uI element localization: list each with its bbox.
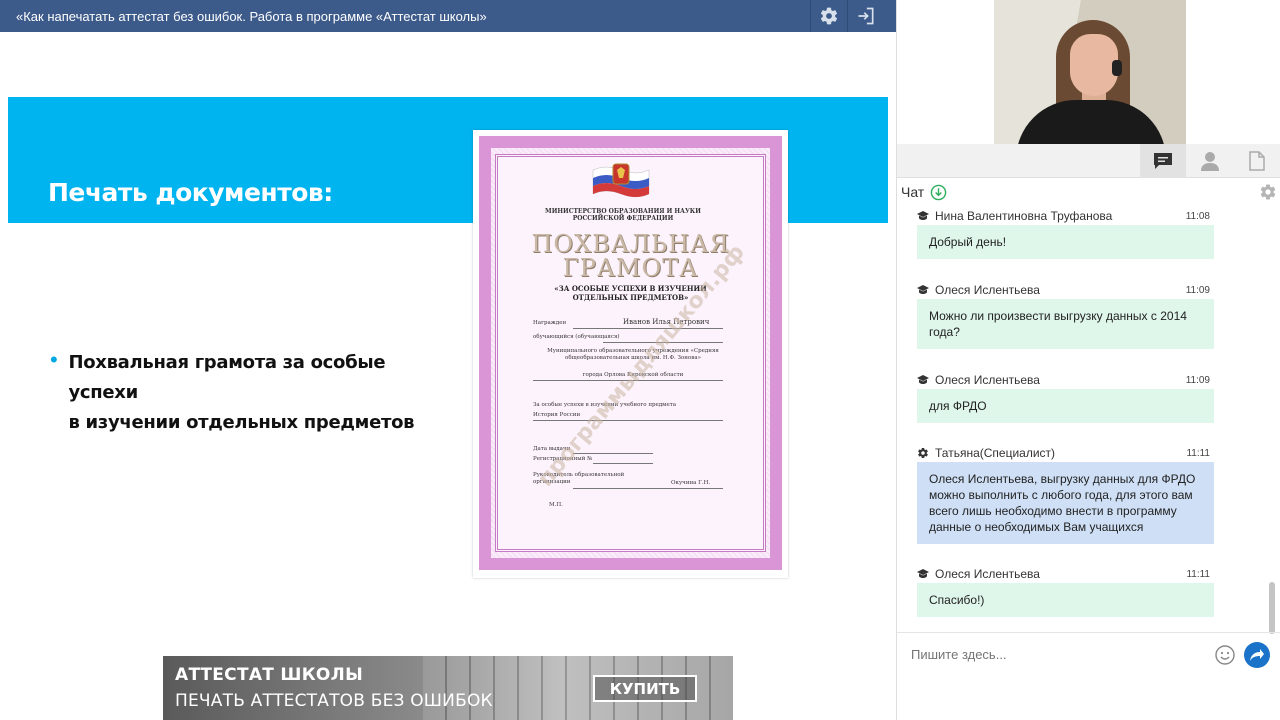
chat-icon bbox=[1154, 153, 1172, 169]
gear-icon bbox=[820, 7, 838, 25]
tab-participants[interactable] bbox=[1187, 144, 1233, 178]
message-text: Олеся Ислентьева, выгрузку данных для ФР… bbox=[917, 462, 1214, 544]
bullet-dot: • bbox=[50, 347, 58, 372]
send-icon bbox=[1250, 649, 1264, 661]
certificate-stamp-mark: М.П. bbox=[549, 502, 563, 508]
send-button[interactable] bbox=[1244, 642, 1270, 668]
message-author: Нина Валентиновна Труфанова bbox=[935, 209, 1113, 223]
chat-message: Олеся Ислентьева 11:09 Можно ли произвес… bbox=[917, 281, 1214, 349]
graduation-cap-icon bbox=[917, 375, 929, 384]
chat-message-specialist: Татьяна(Специалист) 11:11 Олеся Ислентье… bbox=[917, 444, 1214, 544]
ad-title: АТТЕСТАТ ШКОЛЫ bbox=[175, 665, 363, 685]
message-time: 11:08 bbox=[1185, 210, 1210, 222]
slide-bullet: • Похвальная грамота за особые успехи в … bbox=[50, 348, 430, 438]
message-text: Можно ли произвести выгрузку данных с 20… bbox=[917, 299, 1214, 349]
certificate-awarded-label: Награжден bbox=[533, 320, 567, 326]
headset bbox=[1112, 60, 1122, 76]
side-tabs bbox=[897, 144, 1280, 178]
settings-button[interactable] bbox=[811, 0, 847, 32]
slide-heading: Печать документов: bbox=[48, 178, 333, 207]
russian-flag-emblem-icon bbox=[592, 163, 650, 198]
chat-message: Нина Валентиновна Труфанова 11:08 Добрый… bbox=[917, 207, 1214, 259]
message-author: Татьяна(Специалист) bbox=[935, 446, 1056, 460]
user-icon bbox=[1201, 152, 1219, 171]
ad-banner[interactable]: АТТЕСТАТ ШКОЛЫ ПЕЧАТЬ АТТЕСТАТОВ БЕЗ ОШИ… bbox=[163, 656, 733, 720]
message-time: 11:09 bbox=[1185, 284, 1210, 296]
chat-label: Чат bbox=[901, 184, 925, 200]
bullet-text-line1: Похвальная грамота за особые успехи bbox=[68, 352, 386, 403]
message-author: Олеся Ислентьева bbox=[935, 567, 1040, 581]
message-author: Олеся Ислентьева bbox=[935, 373, 1040, 387]
ad-subtitle: ПЕЧАТЬ АТТЕСТАТОВ БЕЗ ОШИБОК bbox=[175, 691, 493, 711]
tab-files[interactable] bbox=[1234, 144, 1280, 178]
gear-icon bbox=[918, 448, 928, 459]
certificate-student-label: обучающийся (обучающаяся) bbox=[533, 334, 620, 340]
document-icon bbox=[1249, 151, 1265, 171]
message-text: Добрый день! bbox=[917, 225, 1214, 259]
message-time: 11:09 bbox=[1185, 374, 1210, 386]
presenter-video bbox=[994, 0, 1186, 144]
exit-icon bbox=[858, 7, 874, 25]
chat-input[interactable] bbox=[911, 647, 1201, 662]
buy-button[interactable]: КУПИТЬ bbox=[593, 675, 697, 702]
certificate-subject: История России bbox=[533, 412, 581, 418]
message-text: Спасибо!) bbox=[917, 583, 1214, 617]
tab-chat[interactable] bbox=[1140, 144, 1186, 178]
chat-scrollbar[interactable] bbox=[1269, 582, 1275, 634]
bullet-text-line2: в изучении отдельных предметов bbox=[68, 412, 415, 433]
side-panel: Чат Нина Валентиновна Труфанова 11:08 До… bbox=[896, 0, 1280, 720]
presentation-slide: Печать документов: • Похвальная грамота … bbox=[0, 32, 896, 720]
chat-header: Чат bbox=[901, 183, 1277, 201]
certificate-image: МИНИСТЕРСТВО ОБРАЗОВАНИЯ И НАУКИ РОССИЙС… bbox=[473, 130, 788, 578]
refresh-icon[interactable] bbox=[930, 184, 947, 201]
settings-icon[interactable] bbox=[1259, 183, 1277, 201]
webinar-title: «Как напечатать аттестат без ошибок. Раб… bbox=[16, 8, 487, 24]
title-bar: «Как напечатать аттестат без ошибок. Раб… bbox=[0, 0, 896, 32]
graduation-cap-icon bbox=[917, 285, 929, 294]
message-time: 11:11 bbox=[1186, 568, 1210, 580]
chat-message: Олеся Ислентьева 11:11 Спасибо!) bbox=[917, 565, 1214, 617]
message-text: для ФРДО bbox=[917, 389, 1214, 423]
message-author: Олеся Ислентьева bbox=[935, 283, 1040, 297]
graduation-cap-icon bbox=[917, 569, 929, 578]
chat-input-area bbox=[897, 632, 1280, 678]
chat-message: Олеся Ислентьева 11:09 для ФРДО bbox=[917, 371, 1214, 423]
certificate-head-name: Окучина Г.Н. bbox=[671, 480, 711, 486]
smile-icon[interactable] bbox=[1214, 644, 1236, 666]
message-time: 11:11 bbox=[1186, 447, 1210, 459]
exit-button[interactable] bbox=[848, 0, 884, 32]
chat-messages[interactable]: Нина Валентиновна Труфанова 11:08 Добрый… bbox=[897, 204, 1280, 628]
certificate-ministry: МИНИСТЕРСТВО ОБРАЗОВАНИЯ И НАУКИ РОССИЙС… bbox=[545, 208, 701, 222]
graduation-cap-icon bbox=[917, 211, 929, 220]
